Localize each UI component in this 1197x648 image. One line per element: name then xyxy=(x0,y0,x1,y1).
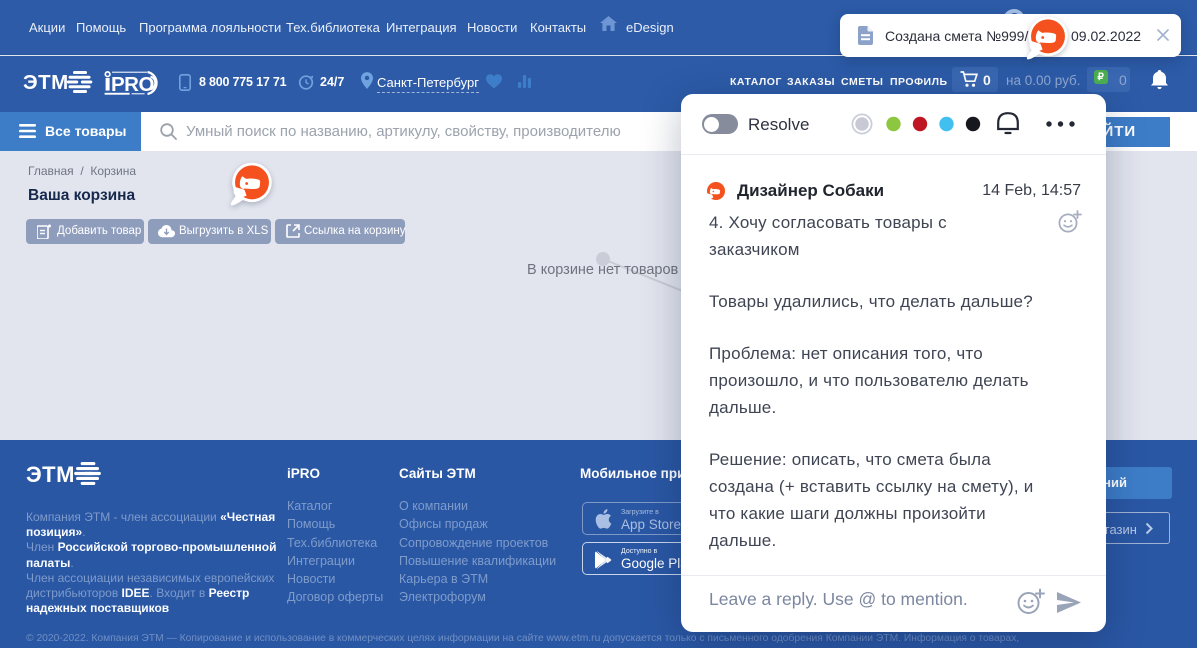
svg-text:PRO: PRO xyxy=(111,73,154,96)
